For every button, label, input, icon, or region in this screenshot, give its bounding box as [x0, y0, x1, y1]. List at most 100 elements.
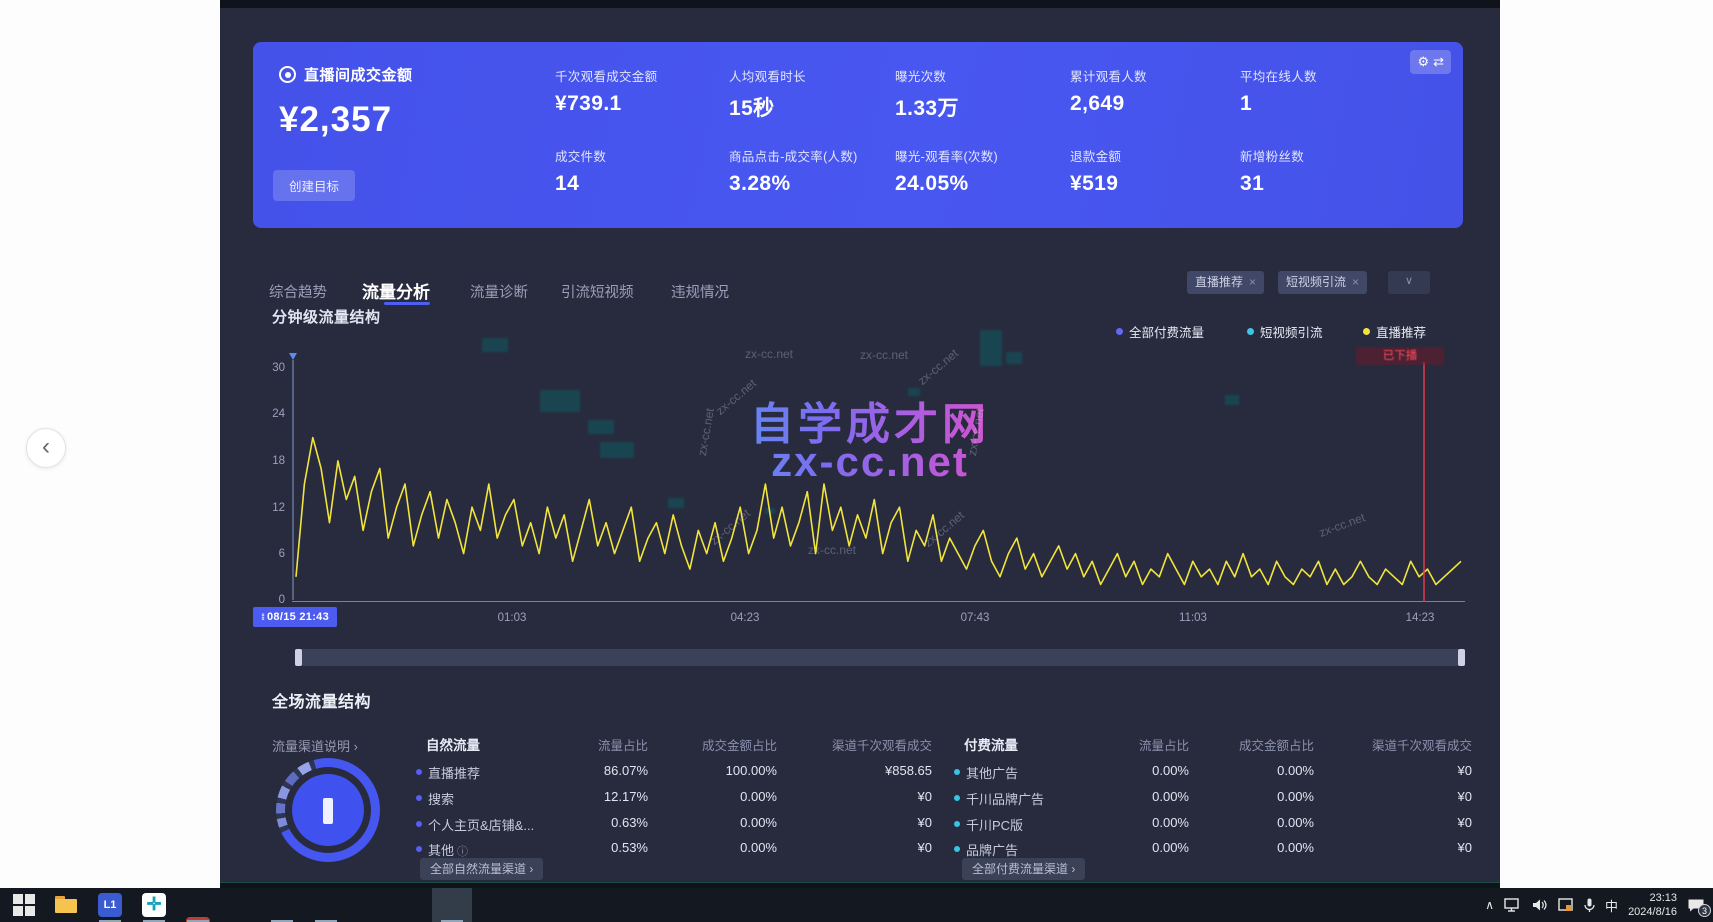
network-icon[interactable] — [1504, 898, 1522, 912]
create-goal-button[interactable]: 创建目标 — [273, 170, 355, 201]
col-header-per-1k: 渠道千次观看成交 — [1332, 735, 1472, 754]
stream-end-marker-line — [1423, 362, 1425, 602]
start-button[interactable] — [12, 893, 36, 917]
notification-icon[interactable]: 3 — [1687, 898, 1705, 913]
natural-traffic-header: 自然流量 — [426, 734, 480, 754]
all-paid-channels-button[interactable]: 全部付费流量渠道 › — [962, 858, 1085, 880]
col-header-flow-share: 流量占比 — [508, 735, 648, 754]
windows-taskbar: L1 ✛ ∧ 中 23:13 2024/8/16 3 — [0, 888, 1713, 922]
arrow-right-icon: › — [354, 739, 358, 754]
volume-icon[interactable] — [1532, 898, 1548, 912]
row-gmv: 0.00% — [1214, 815, 1314, 830]
range-handle-right[interactable] — [1458, 649, 1465, 666]
row-flow: 12.17% — [548, 789, 648, 804]
metric-cell: 曝光次数1.33万 — [895, 66, 1065, 122]
y-tick: 18 — [272, 455, 285, 467]
carousel-prev-button[interactable]: ‹ — [26, 428, 66, 468]
minute-flow-series-svg — [292, 356, 1465, 606]
metric-cell: 人均观看时长15秒 — [729, 66, 899, 122]
tab-traffic-analysis[interactable]: 流量分析 — [362, 278, 430, 303]
col-header-gmv-share: 成交金额占比 — [637, 735, 777, 754]
video-top-edge — [220, 0, 1500, 8]
row-name[interactable]: 其他ⓘ — [428, 840, 468, 859]
metric-cell: 平均在线人数1 — [1240, 66, 1410, 116]
row-dot — [954, 795, 960, 801]
ime-indicator[interactable]: 中 — [1605, 896, 1618, 915]
live-recommend-series — [296, 438, 1461, 585]
legend-item-live-recommend[interactable]: 直播推荐 — [1363, 322, 1426, 341]
row-dot — [416, 795, 422, 801]
info-icon[interactable]: ⓘ — [457, 846, 468, 858]
row-flow: 0.00% — [1089, 763, 1189, 778]
file-explorer-icon[interactable] — [54, 893, 78, 917]
gmv-summary-card: 直播间成交金额 ¥2,357 创建目标 千次观看成交金额¥739.1 人均观看时… — [253, 42, 1463, 228]
compression-artifact — [482, 338, 508, 352]
tab-overall-trend[interactable]: 综合趋势 — [269, 281, 327, 302]
legend-item-short-video[interactable]: 短视频引流 — [1247, 322, 1323, 341]
tray-chevron-icon[interactable]: ∧ — [1485, 898, 1494, 912]
row-gmv: 0.00% — [677, 789, 777, 804]
row-gmv: 0.00% — [677, 840, 777, 855]
row-dot — [416, 769, 422, 775]
taskbar-app-plus-icon[interactable]: ✛ — [142, 893, 166, 917]
y-tick: 12 — [272, 502, 285, 514]
legend-dot — [1116, 328, 1123, 335]
x-axis-start-label[interactable]: ⁞⁞08/15 21:43 — [253, 607, 337, 627]
metric-cell: 商品点击-成交率(人数)3.28% — [729, 146, 899, 196]
row-name[interactable]: 搜索 — [428, 789, 454, 808]
settings-gear-icon[interactable]: ⚙ — [1417, 54, 1429, 70]
filter-dropdown[interactable]: ∨ — [1388, 271, 1430, 294]
tray-time: 23:13 — [1628, 891, 1677, 905]
tab-traffic-diagnosis[interactable]: 流量诊断 — [470, 281, 528, 302]
minute-flow-plot[interactable]: 30 24 18 12 6 0 已下播 — [292, 356, 1465, 606]
clock[interactable]: 23:13 2024/8/16 — [1628, 891, 1677, 920]
row-flow: 86.07% — [548, 763, 648, 778]
legend-item-paid[interactable]: 全部付费流量 — [1116, 322, 1204, 341]
row-name[interactable]: 千川品牌广告 — [966, 789, 1044, 808]
row-flow: 0.00% — [1089, 815, 1189, 830]
filter-chip-live-recommend[interactable]: 直播推荐× — [1187, 271, 1264, 294]
y-tick: 24 — [272, 408, 285, 420]
metric-cell: 千次观看成交金额¥739.1 — [555, 66, 725, 116]
filter-chip-short-video[interactable]: 短视频引流× — [1278, 271, 1367, 294]
y-tick: 6 — [279, 548, 285, 560]
target-icon — [279, 66, 296, 83]
row-dot — [416, 846, 422, 852]
close-icon[interactable]: × — [1352, 275, 1359, 289]
x-tick: 04:23 — [710, 612, 780, 624]
y-tick: 30 — [272, 362, 285, 374]
channel-help-link[interactable]: 流量渠道说明 › — [272, 736, 358, 755]
row-name[interactable]: 直播推荐 — [428, 763, 480, 782]
gmv-card-title: 直播间成交金额 — [304, 64, 413, 85]
taskbar-app-l1-icon[interactable]: L1 — [98, 893, 122, 917]
row-gmv: 0.00% — [677, 815, 777, 830]
metric-cell: 累计观看人数2,649 — [1070, 66, 1240, 116]
row-name[interactable]: 千川PC版 — [966, 815, 1023, 834]
swap-metrics-icon[interactable]: ⇄ — [1433, 54, 1444, 70]
row-name[interactable]: 其他广告 — [966, 763, 1018, 782]
microphone-icon[interactable] — [1584, 898, 1595, 913]
metric-cell: 新增粉丝数31 — [1240, 146, 1410, 196]
screen: ‹ 直播间成交金额 ¥2,357 创建目标 千次观看成交金额¥739.1 人均观… — [0, 0, 1713, 922]
active-tab-underline — [384, 302, 430, 305]
active-app-highlight — [432, 888, 472, 922]
snip-tool-icon[interactable] — [1558, 898, 1574, 912]
traffic-donut-chart — [276, 758, 380, 862]
tab-violations[interactable]: 违规情况 — [671, 281, 729, 302]
tab-short-video[interactable]: 引流短视频 — [561, 281, 634, 302]
x-tick: 11:03 — [1158, 612, 1228, 624]
donut-center-label — [323, 798, 333, 824]
donut-core — [292, 774, 364, 846]
row-name[interactable]: 品牌广告 — [966, 840, 1018, 859]
x-tick: 01:03 — [477, 612, 547, 624]
time-range-scrollbar[interactable] — [295, 649, 1465, 666]
grip-icon: ⁞⁞ — [261, 612, 263, 622]
row-per-1k: ¥0 — [1372, 789, 1472, 804]
close-icon[interactable]: × — [1249, 275, 1256, 289]
all-natural-channels-button[interactable]: 全部自然流量渠道 › — [420, 858, 543, 880]
range-handle-left[interactable] — [295, 649, 302, 666]
row-gmv: 0.00% — [1214, 840, 1314, 855]
row-name[interactable]: 个人主页&店铺&... — [428, 815, 534, 834]
row-dot — [954, 769, 960, 775]
chevron-down-icon: ∨ — [1405, 275, 1413, 287]
